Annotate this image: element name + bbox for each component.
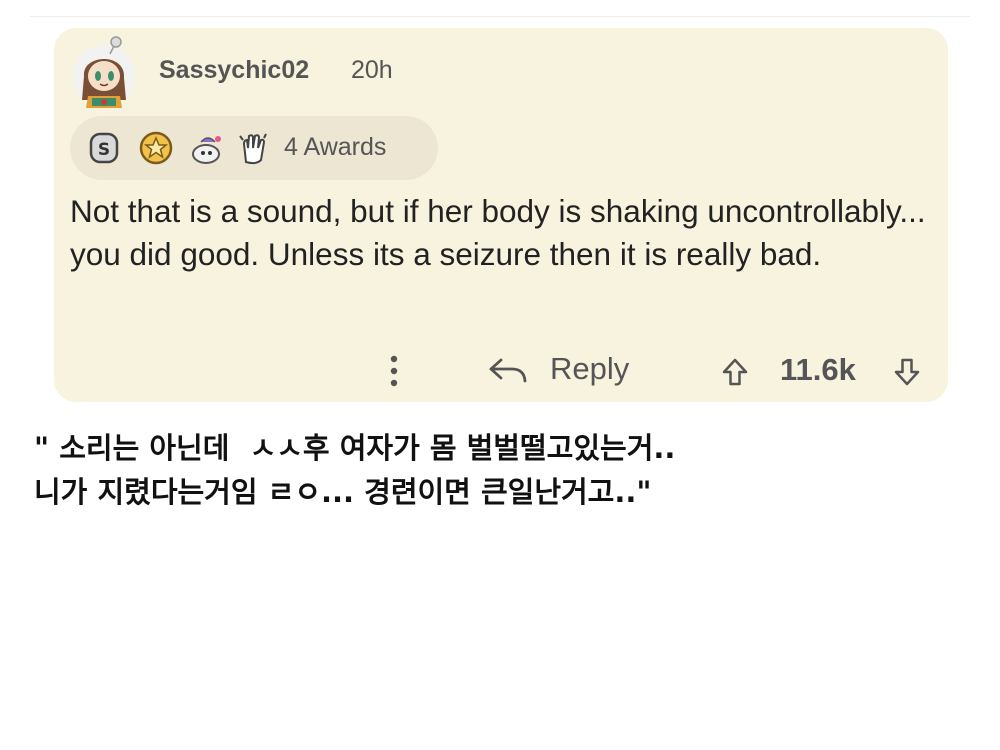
clapping-hands-icon	[239, 133, 267, 165]
gold-star-icon	[139, 131, 173, 165]
comment-card: Sassychic02 20h S 4 Awards Not that is a…	[54, 28, 948, 402]
wholesome-icon	[192, 136, 221, 164]
upvote-arrow-icon[interactable]	[722, 358, 748, 386]
top-divider	[30, 16, 970, 17]
reply-button[interactable]: Reply	[488, 348, 658, 394]
caption-line-2: 니가 지렸다는거임 ㄹㅇ... 경련이면 큰일난거고.."	[34, 475, 652, 509]
awards-count-label: 4 Awards	[284, 133, 387, 161]
reply-arrow-icon	[489, 358, 527, 383]
downvote-arrow-icon[interactable]	[894, 358, 920, 386]
caption-line-1: " 소리는 아닌데 ㅅㅅ후 여자가 몸 벌벌떨고있는거..	[34, 431, 676, 465]
timestamp: 20h	[351, 56, 393, 84]
awards-pill[interactable]: S 4 Awards	[70, 116, 438, 180]
vote-count: 11.6k	[780, 352, 856, 387]
more-options-icon[interactable]	[380, 351, 408, 391]
reply-label: Reply	[550, 351, 630, 386]
username[interactable]: Sassychic02	[159, 56, 309, 85]
korean-caption: " 소리는 아닌데 ㅅㅅ후 여자가 몸 벌벌떨고있는거.. 니가 지렸다는거임 …	[34, 426, 974, 514]
comment-body: Not that is a sound, but if her body is …	[70, 193, 926, 272]
user-avatar[interactable]	[70, 36, 138, 108]
silver-coin-icon: S	[89, 132, 119, 164]
svg-text:S: S	[98, 140, 110, 160]
